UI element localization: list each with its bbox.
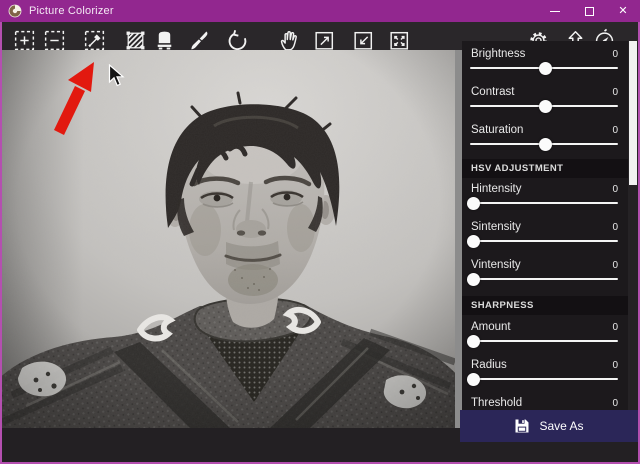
maximize-button[interactable]: [572, 0, 606, 22]
saturation-slider[interactable]: [470, 143, 618, 145]
vintensity-slider[interactable]: [470, 278, 618, 280]
vintensity-label: Vintensity: [471, 259, 521, 271]
sintensity-label: Sintensity: [471, 221, 521, 233]
brightness-value: 0: [612, 49, 618, 60]
adjustments-panel: Brightness 0 Contrast 0 Saturation 0 HSV…: [462, 41, 628, 442]
threshold-value: 0: [612, 398, 618, 409]
radius-slider-thumb[interactable]: [467, 373, 480, 386]
photo-canvas[interactable]: [2, 50, 455, 428]
amount-slider[interactable]: [470, 340, 618, 342]
close-button[interactable]: ✕: [606, 0, 640, 22]
section-header-sharpness: SHARPNESS: [462, 296, 628, 315]
amount-slider-thumb[interactable]: [467, 335, 480, 348]
close-icon: ✕: [618, 6, 627, 17]
titlebar: Picture Colorizer ✕: [0, 0, 640, 22]
amount-label: Amount: [471, 321, 511, 333]
contrast-slider[interactable]: [470, 105, 618, 107]
window-controls: ✕: [538, 0, 640, 22]
section-header-hsv: HSV ADJUSTMENT: [462, 159, 628, 178]
contrast-label: Contrast: [471, 86, 514, 98]
canvas-gap: [455, 50, 462, 428]
vintensity-value: 0: [612, 260, 618, 271]
maximize-icon: [585, 7, 594, 16]
brightness-slider[interactable]: [470, 67, 618, 69]
minimize-button[interactable]: [538, 0, 572, 22]
saturation-value: 0: [612, 125, 618, 136]
hintensity-label: Hintensity: [471, 183, 522, 195]
sintensity-value: 0: [612, 222, 618, 233]
amount-value: 0: [612, 322, 618, 333]
app-window: Picture Colorizer ✕ Add: [0, 0, 640, 464]
sidebar-scrollbar[interactable]: [628, 41, 638, 442]
hintensity-value: 0: [612, 184, 618, 195]
vintensity-slider-thumb[interactable]: [467, 273, 480, 286]
save-as-button[interactable]: Save As: [460, 410, 638, 442]
radius-value: 0: [612, 360, 618, 371]
app-logo-icon: [8, 4, 22, 18]
screenshot-root: Picture Colorizer ✕ Add: [0, 0, 640, 467]
saturation-slider-thumb[interactable]: [539, 138, 552, 151]
window-title: Picture Colorizer: [29, 5, 114, 17]
sintensity-slider-thumb[interactable]: [467, 235, 480, 248]
sintensity-slider[interactable]: [470, 240, 618, 242]
save-icon: [514, 418, 530, 434]
saturation-label: Saturation: [471, 124, 523, 136]
brightness-slider-thumb[interactable]: [539, 62, 552, 75]
sidebar-scrollbar-thumb[interactable]: [629, 41, 637, 185]
hintensity-slider-thumb[interactable]: [467, 197, 480, 210]
save-as-label: Save As: [539, 419, 583, 433]
hintensity-slider[interactable]: [470, 202, 618, 204]
contrast-value: 0: [612, 87, 618, 98]
radius-slider[interactable]: [470, 378, 618, 380]
threshold-label: Threshold: [471, 397, 522, 409]
contrast-slider-thumb[interactable]: [539, 100, 552, 113]
brightness-label: Brightness: [471, 48, 525, 60]
minimize-icon: [550, 11, 560, 12]
radius-label: Radius: [471, 359, 507, 371]
